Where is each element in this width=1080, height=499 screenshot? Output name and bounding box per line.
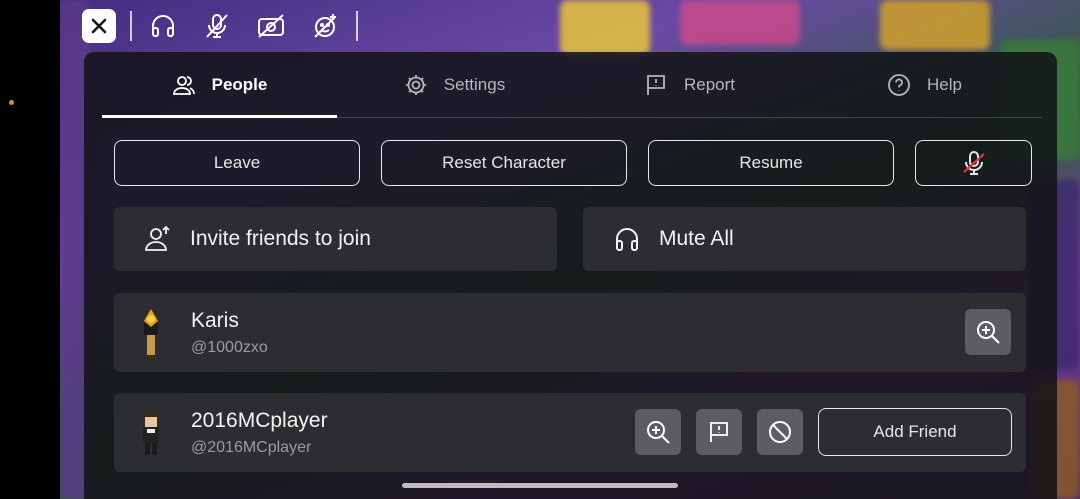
invite-friends-button[interactable]: Invite friends to join <box>114 207 557 271</box>
mic-mute-button[interactable] <box>915 140 1032 186</box>
player-row[interactable]: Karis @1000zxo <box>114 293 1026 372</box>
tab-people[interactable]: People <box>102 52 337 118</box>
menu-panel: People Settings Report Help Leave Reset … <box>84 52 1057 499</box>
player-display-name: Karis <box>191 309 239 332</box>
gear-icon <box>405 74 426 95</box>
tab-label: Settings <box>443 74 506 94</box>
status-dot <box>9 100 14 105</box>
top-bar <box>82 6 372 46</box>
bg-shape <box>680 0 800 45</box>
player-username: @1000zxo <box>191 339 268 356</box>
reset-character-button[interactable]: Reset Character <box>381 140 627 186</box>
player-display-name: 2016MCplayer <box>191 409 328 432</box>
close-icon <box>91 18 107 34</box>
tab-settings[interactable]: Settings <box>337 52 572 117</box>
mic-toggle-button[interactable] <box>200 9 234 43</box>
bg-shape <box>560 0 650 55</box>
leave-button[interactable]: Leave <box>114 140 360 186</box>
gesture-toggle-button[interactable] <box>308 9 342 43</box>
block-player-button[interactable] <box>757 409 803 455</box>
headphones-icon <box>152 15 174 37</box>
mic-muted-icon <box>206 14 228 38</box>
camera-off-icon <box>258 14 284 38</box>
inspect-button[interactable] <box>965 309 1011 355</box>
zoom-in-icon <box>977 321 1000 344</box>
tab-bar: People Settings Report Help <box>102 52 1042 118</box>
invite-label: Invite friends to join <box>190 227 371 250</box>
tab-help[interactable]: Help <box>807 52 1042 117</box>
headphones-icon <box>616 228 638 251</box>
mute-all-button[interactable]: Mute All <box>583 207 1026 271</box>
home-indicator[interactable] <box>402 483 678 488</box>
mic-muted-icon <box>962 151 985 175</box>
inspect-button[interactable] <box>635 409 681 455</box>
zoom-in-icon <box>647 421 670 444</box>
block-icon <box>769 421 791 443</box>
close-button[interactable] <box>82 9 116 43</box>
help-icon <box>888 73 910 96</box>
left-edge <box>0 0 60 499</box>
player-row[interactable]: 2016MCplayer @2016MCplayer Add Friend <box>114 393 1026 472</box>
quick-actions: Invite friends to join Mute All <box>114 207 1026 271</box>
gesture-off-icon <box>314 14 336 38</box>
add-friend-button[interactable]: Add Friend <box>818 408 1012 456</box>
voice-button[interactable] <box>146 9 180 43</box>
tab-label: People <box>211 74 268 94</box>
avatar <box>143 413 159 455</box>
avatar <box>144 309 158 355</box>
resume-button[interactable]: Resume <box>648 140 894 186</box>
people-icon <box>172 75 195 95</box>
report-player-button[interactable] <box>696 409 742 455</box>
report-flag-icon <box>647 74 665 95</box>
action-row: Leave Reset Character Resume <box>114 140 1032 186</box>
mute-all-label: Mute All <box>659 227 734 250</box>
player-username: @2016MCplayer <box>191 439 312 456</box>
tab-report[interactable]: Report <box>572 52 807 117</box>
bg-shape <box>880 0 990 50</box>
separator <box>130 11 132 41</box>
report-flag-icon <box>710 422 728 442</box>
add-friend-icon <box>145 225 170 251</box>
tab-label: Report <box>683 74 736 94</box>
tab-label: Help <box>927 74 962 94</box>
separator <box>356 11 358 41</box>
camera-toggle-button[interactable] <box>254 9 288 43</box>
